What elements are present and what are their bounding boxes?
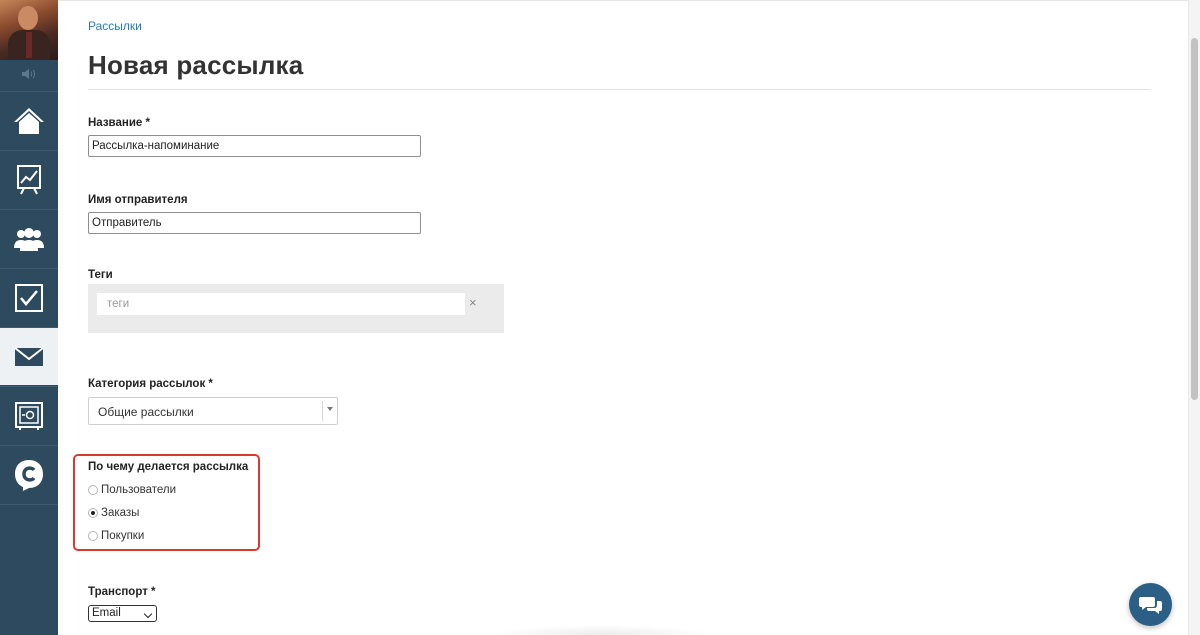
speaker-icon [22,69,35,79]
tags-label: Теги [88,269,113,281]
radio-label: Заказы [101,507,140,519]
chart-icon [17,164,41,194]
safe-icon [15,401,43,430]
tags-input[interactable]: теги [97,293,465,315]
sidebar-item-tasks[interactable] [0,268,58,326]
sidebar-item-home[interactable] [0,91,58,149]
brand-c-icon [15,459,43,491]
sidebar [0,0,58,635]
home-icon [14,107,44,134]
tags-field: теги × [88,284,504,333]
page-title: Новая рассылка [88,50,304,80]
sidebar-item-analytics[interactable] [0,150,58,208]
radio-option-users[interactable]: Пользователи [88,482,176,498]
chat-button[interactable] [1129,583,1172,626]
bottom-shadow [490,625,715,635]
name-input[interactable] [88,135,421,157]
chevron-down-icon [143,609,153,619]
breadcrumb[interactable]: Рассылки [88,19,142,33]
category-select-value: Общие рассылки [98,405,194,419]
avatar[interactable] [0,0,58,60]
sidebar-item-mailings[interactable] [0,327,58,385]
scrollbar-thumb[interactable] [1191,38,1198,400]
radio-option-orders[interactable]: Заказы [88,505,139,521]
tasks-icon [15,283,43,312]
category-select[interactable]: Общие рассылки [88,397,338,425]
close-icon[interactable]: × [469,295,477,311]
sidebar-divider [0,504,58,506]
radio-option-purchases[interactable]: Покупки [88,528,144,544]
transport-select[interactable]: Email [88,605,157,622]
sender-label: Имя отправителя [88,194,188,206]
chevron-down-icon [327,407,333,411]
top-divider [58,0,1188,1]
sidebar-item-users[interactable] [0,209,58,267]
sidebar-item-brand[interactable] [0,445,58,503]
users-icon [14,227,44,251]
radio-button[interactable] [88,485,98,495]
transport-select-value: Email [92,607,121,619]
radio-label: Покупки [101,530,145,542]
scrollbar[interactable] [1188,0,1200,635]
title-divider [88,89,1151,90]
select-divider [322,401,323,421]
mail-icon [14,346,44,366]
radio-button[interactable] [88,508,98,518]
category-label: Категория рассылок * [88,378,213,390]
chat-icon [1138,596,1162,614]
radio-button[interactable] [88,531,98,541]
basis-label: По чему делается рассылка [88,461,249,473]
sidebar-item-finance[interactable] [0,386,58,444]
sound-toggle[interactable] [0,60,58,88]
transport-label: Транспорт * [88,586,156,598]
name-label: Название * [88,117,150,129]
sender-input[interactable] [88,212,421,234]
radio-label: Пользователи [101,484,177,496]
